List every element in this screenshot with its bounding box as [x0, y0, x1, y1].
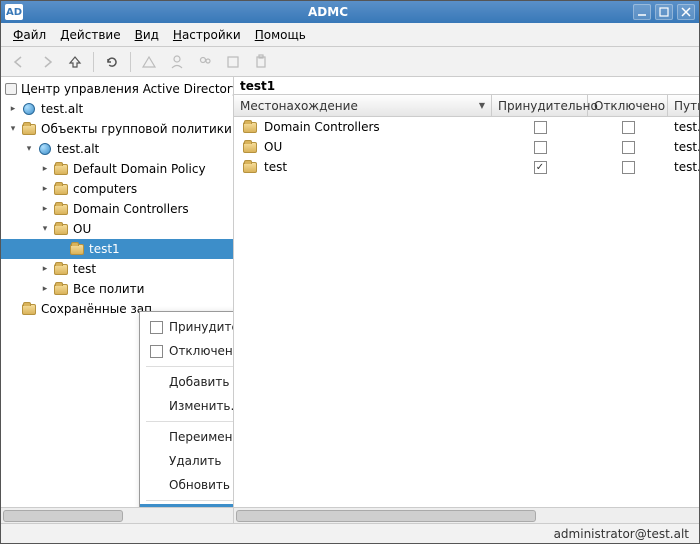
checkbox[interactable]: [534, 121, 547, 134]
col-path[interactable]: Путь: [668, 95, 699, 116]
ou-button[interactable]: [221, 50, 245, 74]
folder-icon: [242, 139, 258, 155]
expand-icon[interactable]: ▸: [39, 284, 51, 294]
clipboard-button[interactable]: [249, 50, 273, 74]
folder-icon: [53, 221, 69, 237]
nav-up-button[interactable]: [63, 50, 87, 74]
expand-icon[interactable]: ▸: [39, 164, 51, 174]
maximize-button[interactable]: [655, 4, 673, 20]
tree-item[interactable]: computers: [71, 182, 137, 196]
folder-icon: [53, 161, 69, 177]
tree-saved[interactable]: Сохранённые зап: [39, 302, 152, 316]
folder-icon: [53, 261, 69, 277]
app-icon: AD: [5, 4, 23, 20]
toolbar: [1, 47, 699, 77]
table-hscroll[interactable]: [234, 507, 699, 523]
col-forced[interactable]: Принудительно: [492, 95, 588, 116]
context-menu: Принудительно Отключено Добавить связь..…: [139, 311, 233, 507]
menu-view[interactable]: Вид: [129, 25, 165, 45]
collapse-icon[interactable]: ▾: [39, 224, 51, 234]
tree-gpo-domain[interactable]: test.alt: [55, 142, 99, 156]
ctx-rename[interactable]: Переименовать: [140, 425, 233, 449]
ctx-add-link[interactable]: Добавить связь...: [140, 370, 233, 394]
ctx-forced[interactable]: Принудительно: [140, 315, 233, 339]
tree-item[interactable]: Все полити: [71, 282, 144, 296]
expand-icon[interactable]: ▸: [39, 264, 51, 274]
group-button[interactable]: [193, 50, 217, 74]
path-label: test1: [234, 77, 699, 95]
folder-icon: [242, 159, 258, 175]
checkbox[interactable]: [622, 161, 635, 174]
folder-icon: [53, 181, 69, 197]
minimize-button[interactable]: [633, 4, 651, 20]
tree-item[interactable]: Default Domain Policy: [71, 162, 206, 176]
tree-hscroll[interactable]: [1, 507, 233, 523]
tree-root[interactable]: Центр управления Active Directory [dc1.t: [19, 82, 233, 96]
globe-icon: [37, 141, 53, 157]
tree-view[interactable]: Центр управления Active Directory [dc1.t…: [1, 77, 233, 507]
menu-settings[interactable]: Настройки: [167, 25, 247, 45]
folder-icon: [53, 201, 69, 217]
checkbox-checked[interactable]: ✓: [534, 161, 547, 174]
status-bar: administrator@test.alt: [1, 523, 699, 543]
col-location[interactable]: Местонахождение▼: [234, 95, 492, 116]
tree-domain[interactable]: test.alt: [39, 102, 83, 116]
menubar: Файл Действие Вид Настройки Помощь: [1, 23, 699, 47]
expand-icon[interactable]: ▸: [7, 104, 19, 114]
folder-icon: [69, 241, 85, 257]
ctx-disabled[interactable]: Отключено: [140, 339, 233, 363]
table-header: Местонахождение▼ Принудительно Отключено…: [234, 95, 699, 117]
folder-icon: [21, 121, 37, 137]
checkbox[interactable]: [622, 121, 635, 134]
folder-icon: [21, 301, 37, 317]
sort-desc-icon: ▼: [479, 101, 485, 110]
menu-help[interactable]: Помощь: [249, 25, 312, 45]
tree-gpo[interactable]: Объекты групповой политики: [39, 122, 232, 136]
ctx-delete[interactable]: Удалить: [140, 449, 233, 473]
expand-icon[interactable]: ▸: [39, 204, 51, 214]
refresh-button[interactable]: [100, 50, 124, 74]
checkbox[interactable]: [534, 141, 547, 154]
table-row[interactable]: Domain Controllers test.: [234, 117, 699, 137]
folder-icon: [242, 119, 258, 135]
checkbox[interactable]: [622, 141, 635, 154]
status-user: administrator@test.alt: [554, 527, 689, 541]
globe-icon: [21, 101, 37, 117]
menu-file[interactable]: Файл: [7, 25, 52, 45]
collapse-icon[interactable]: ▾: [23, 144, 35, 154]
table-row[interactable]: OU test.: [234, 137, 699, 157]
expand-icon[interactable]: ▸: [39, 184, 51, 194]
menu-action[interactable]: Действие: [54, 25, 126, 45]
tree-item-selected[interactable]: test1: [87, 242, 120, 256]
ctx-refresh[interactable]: Обновить: [140, 473, 233, 497]
table-body: Domain Controllers test. OU test. test ✓…: [234, 117, 699, 507]
nav-back-button[interactable]: [7, 50, 31, 74]
tree-item[interactable]: OU: [71, 222, 91, 236]
window-title: ADMC: [27, 5, 629, 19]
add-button[interactable]: [137, 50, 161, 74]
close-button[interactable]: [677, 4, 695, 20]
folder-icon: [53, 281, 69, 297]
root-icon: [5, 81, 17, 97]
col-disabled[interactable]: Отключено: [588, 95, 668, 116]
user-button[interactable]: [165, 50, 189, 74]
ctx-change[interactable]: Изменить...: [140, 394, 233, 418]
checkbox-icon: [150, 321, 163, 334]
ctx-properties[interactable]: Свойства: [140, 504, 233, 507]
tree-item[interactable]: test: [71, 262, 96, 276]
table-row[interactable]: test ✓ test.: [234, 157, 699, 177]
tree-item[interactable]: Domain Controllers: [71, 202, 189, 216]
checkbox-icon: [150, 345, 163, 358]
nav-forward-button[interactable]: [35, 50, 59, 74]
collapse-icon[interactable]: ▾: [7, 124, 19, 134]
